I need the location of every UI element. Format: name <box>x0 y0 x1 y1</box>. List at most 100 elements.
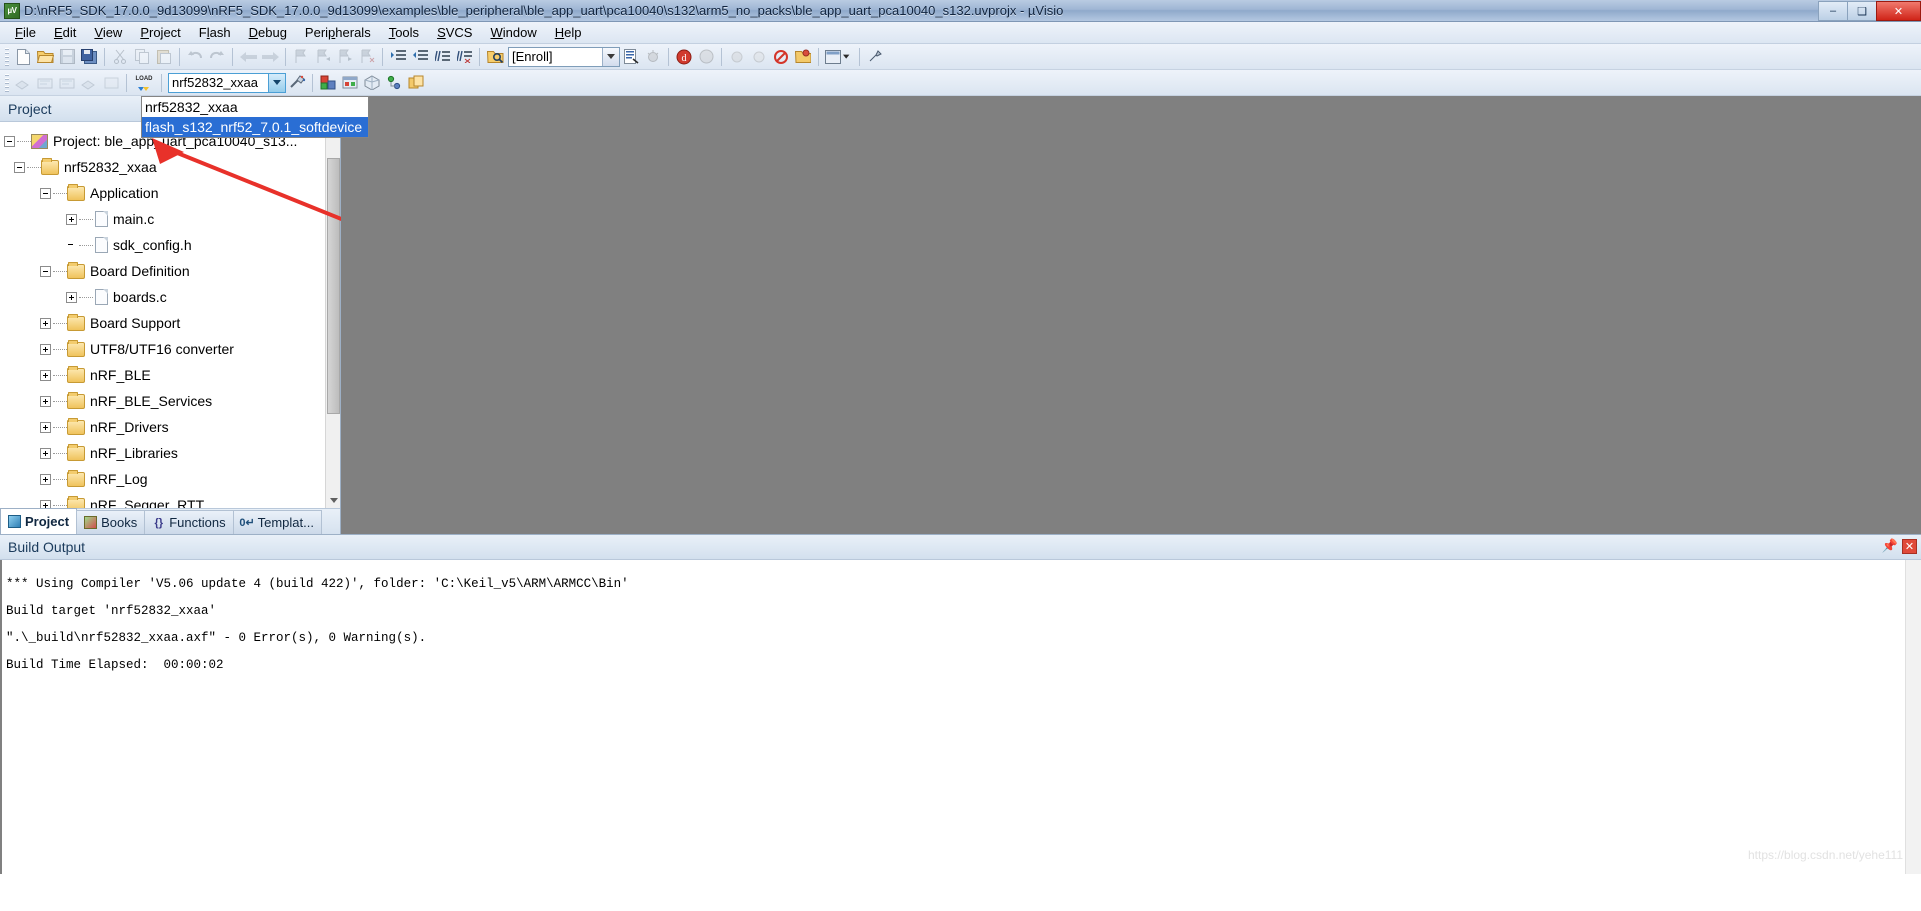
outdent-icon[interactable] <box>409 46 431 68</box>
cut-icon[interactable] <box>109 46 131 68</box>
debug-session-icon[interactable] <box>642 46 664 68</box>
dropdown-option-0[interactable]: nrf52832_xxaa <box>142 97 368 117</box>
expand-toggle-icon[interactable] <box>40 473 51 485</box>
navigate-forward-icon[interactable] <box>259 46 281 68</box>
customize-icon[interactable] <box>864 46 886 68</box>
multi-project-icon[interactable] <box>405 72 427 94</box>
tab-templates[interactable]: 0↵ Templat... <box>232 510 322 534</box>
expand-toggle-icon[interactable] <box>66 213 77 225</box>
tab-project[interactable]: Project <box>0 508 78 534</box>
collapse-toggle-icon[interactable] <box>40 187 51 199</box>
expand-toggle-icon[interactable] <box>66 291 77 303</box>
bookmark-clear-icon[interactable] <box>356 46 378 68</box>
new-file-icon[interactable] <box>12 46 34 68</box>
menu-help[interactable]: Help <box>546 23 591 42</box>
find-in-files-icon[interactable] <box>484 46 506 68</box>
menu-project[interactable]: Project <box>131 23 189 42</box>
collapse-toggle-icon[interactable] <box>4 135 15 147</box>
tree-node-main-c[interactable]: main.c <box>0 206 340 232</box>
scrollbar-thumb[interactable] <box>327 158 340 414</box>
save-all-icon[interactable] <box>78 46 100 68</box>
tab-functions[interactable]: {} Functions <box>144 510 234 534</box>
translate-icon[interactable] <box>12 72 34 94</box>
uncomment-icon[interactable] <box>453 46 475 68</box>
menu-view[interactable]: View <box>85 23 131 42</box>
tree-node-application[interactable]: Application <box>0 180 340 206</box>
pack-installer-icon[interactable] <box>361 72 383 94</box>
bullet-gray2-icon[interactable] <box>748 46 770 68</box>
tree-node-nrf-libraries[interactable]: nRF_Libraries <box>0 440 340 466</box>
expand-toggle-icon[interactable] <box>40 421 51 433</box>
manage-icon[interactable] <box>792 46 814 68</box>
help-icon[interactable] <box>695 46 717 68</box>
scroll-down-icon[interactable] <box>326 493 340 508</box>
tree-node-board-support[interactable]: Board Support <box>0 310 340 336</box>
expand-toggle-icon[interactable] <box>40 369 51 381</box>
manage-project-items-icon[interactable] <box>317 72 339 94</box>
tree-node-boards-c[interactable]: boards.c <box>0 284 340 310</box>
copy-icon[interactable] <box>131 46 153 68</box>
expand-toggle-icon[interactable] <box>40 447 51 459</box>
tab-books[interactable]: Books <box>76 510 146 534</box>
toolbar-grip[interactable] <box>5 47 9 66</box>
chevron-down-icon[interactable] <box>268 73 285 92</box>
bookmark-toggle-icon[interactable] <box>290 46 312 68</box>
save-icon[interactable] <box>56 46 78 68</box>
tree-node-sdk-config-h[interactable]: sdk_config.h <box>0 232 340 258</box>
dropdown-option-1[interactable]: flash_s132_nrf52_7.0.1_softdevice <box>142 117 368 137</box>
editor-mdi-area[interactable] <box>341 96 1921 534</box>
tree-node-target[interactable]: nrf52832_xxaa <box>0 154 340 180</box>
tree-node-nrf-log[interactable]: nRF_Log <box>0 466 340 492</box>
menu-edit[interactable]: Edit <box>45 23 85 42</box>
menu-debug[interactable]: Debug <box>240 23 296 42</box>
menu-file[interactable]: FFileile <box>6 23 45 42</box>
menu-window[interactable]: Window <box>481 23 545 42</box>
bookmark-prev-icon[interactable] <box>312 46 334 68</box>
options-target-icon[interactable]: d <box>673 46 695 68</box>
configuration-wizard-icon[interactable] <box>620 46 642 68</box>
menu-flash[interactable]: Flash <box>190 23 240 42</box>
load-icon[interactable]: LOAD <box>131 72 157 94</box>
chevron-down-icon[interactable] <box>602 47 619 66</box>
enroll-combo[interactable]: [Enroll] <box>508 46 620 67</box>
indent-icon[interactable] <box>387 46 409 68</box>
bookmark-next-icon[interactable] <box>334 46 356 68</box>
build-icon[interactable] <box>34 72 56 94</box>
target-select-combo[interactable]: nrf52832_xxaa <box>168 72 286 93</box>
expand-toggle-icon[interactable] <box>40 395 51 407</box>
tree-node-nrf-segger-rtt[interactable]: nRF_Segger_RTT <box>0 492 340 508</box>
menu-tools[interactable]: Tools <box>380 23 428 42</box>
tree-node-utf-converter[interactable]: UTF8/UTF16 converter <box>0 336 340 362</box>
expand-toggle-icon[interactable] <box>40 317 51 329</box>
redo-icon[interactable] <box>206 46 228 68</box>
close-icon[interactable]: ✕ <box>1902 538 1917 554</box>
batch-build-icon[interactable] <box>78 72 100 94</box>
paste-icon[interactable] <box>153 46 175 68</box>
project-tree-scrollbar[interactable] <box>325 122 340 508</box>
bullet-gray-icon[interactable] <box>726 46 748 68</box>
pin-icon[interactable]: 📌 <box>1882 538 1898 554</box>
close-button[interactable]: ✕ <box>1876 1 1921 21</box>
windows-layout-icon[interactable] <box>823 46 855 68</box>
open-file-icon[interactable] <box>34 46 56 68</box>
project-tree[interactable]: Project: ble_app_uart_pca10040_s13... nr… <box>0 122 340 508</box>
menu-svcs[interactable]: SVCS <box>428 23 481 42</box>
tree-node-nrf-ble-services[interactable]: nRF_BLE_Services <box>0 388 340 414</box>
tree-node-nrf-drivers[interactable]: nRF_Drivers <box>0 414 340 440</box>
target-select-dropdown[interactable]: nrf52832_xxaa flash_s132_nrf52_7.0.1_sof… <box>141 96 369 138</box>
menu-peripherals[interactable]: Peripherals <box>296 23 380 42</box>
target-options-icon[interactable] <box>286 72 308 94</box>
undo-icon[interactable] <box>184 46 206 68</box>
rebuild-icon[interactable] <box>56 72 78 94</box>
maximize-button[interactable]: ❑ <box>1847 1 1876 21</box>
minimize-button[interactable]: – <box>1818 1 1847 21</box>
expand-toggle-icon[interactable] <box>40 343 51 355</box>
build-output-body[interactable]: *** Using Compiler 'V5.06 update 4 (buil… <box>0 560 1921 874</box>
comment-icon[interactable] <box>431 46 453 68</box>
collapse-toggle-icon[interactable] <box>14 161 25 173</box>
tree-node-nrf-ble[interactable]: nRF_BLE <box>0 362 340 388</box>
collapse-toggle-icon[interactable] <box>40 265 51 277</box>
stop-icon[interactable] <box>770 46 792 68</box>
stop-build-icon[interactable] <box>100 72 122 94</box>
manage-run-time-env-icon[interactable] <box>339 72 361 94</box>
